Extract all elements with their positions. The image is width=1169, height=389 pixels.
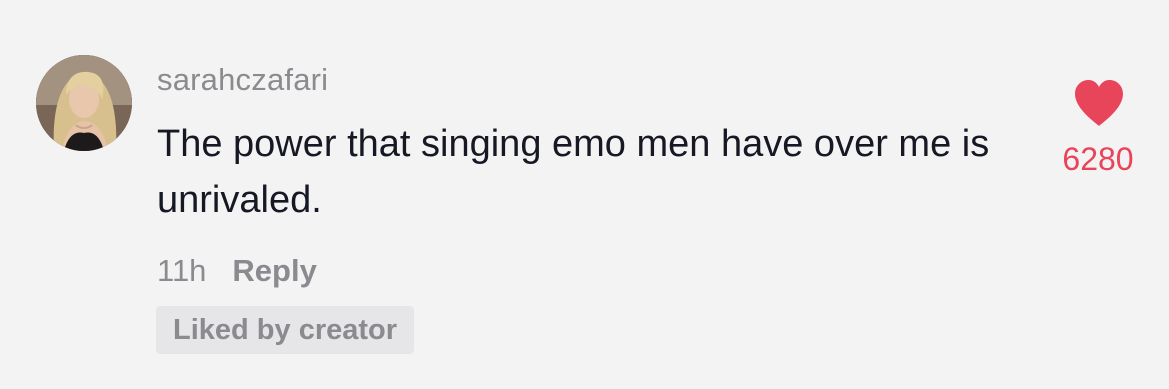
username[interactable]: sarahczafari	[157, 62, 328, 98]
heart-icon[interactable]	[1072, 78, 1126, 128]
comment-time: 11h	[157, 253, 207, 288]
avatar-image	[36, 55, 132, 151]
comment-meta: 11h Reply	[157, 251, 317, 291]
like-button[interactable]: 6280	[1046, 78, 1150, 188]
liked-by-creator-badge: Liked by creator	[156, 306, 415, 354]
comment-text: The power that singing emo men have over…	[157, 123, 990, 221]
avatar[interactable]	[36, 55, 132, 151]
like-count: 6280	[1062, 141, 1134, 177]
reply-button[interactable]: Reply	[232, 253, 316, 289]
comment-item: sarahczafari The power that singing emo …	[0, 0, 1169, 389]
